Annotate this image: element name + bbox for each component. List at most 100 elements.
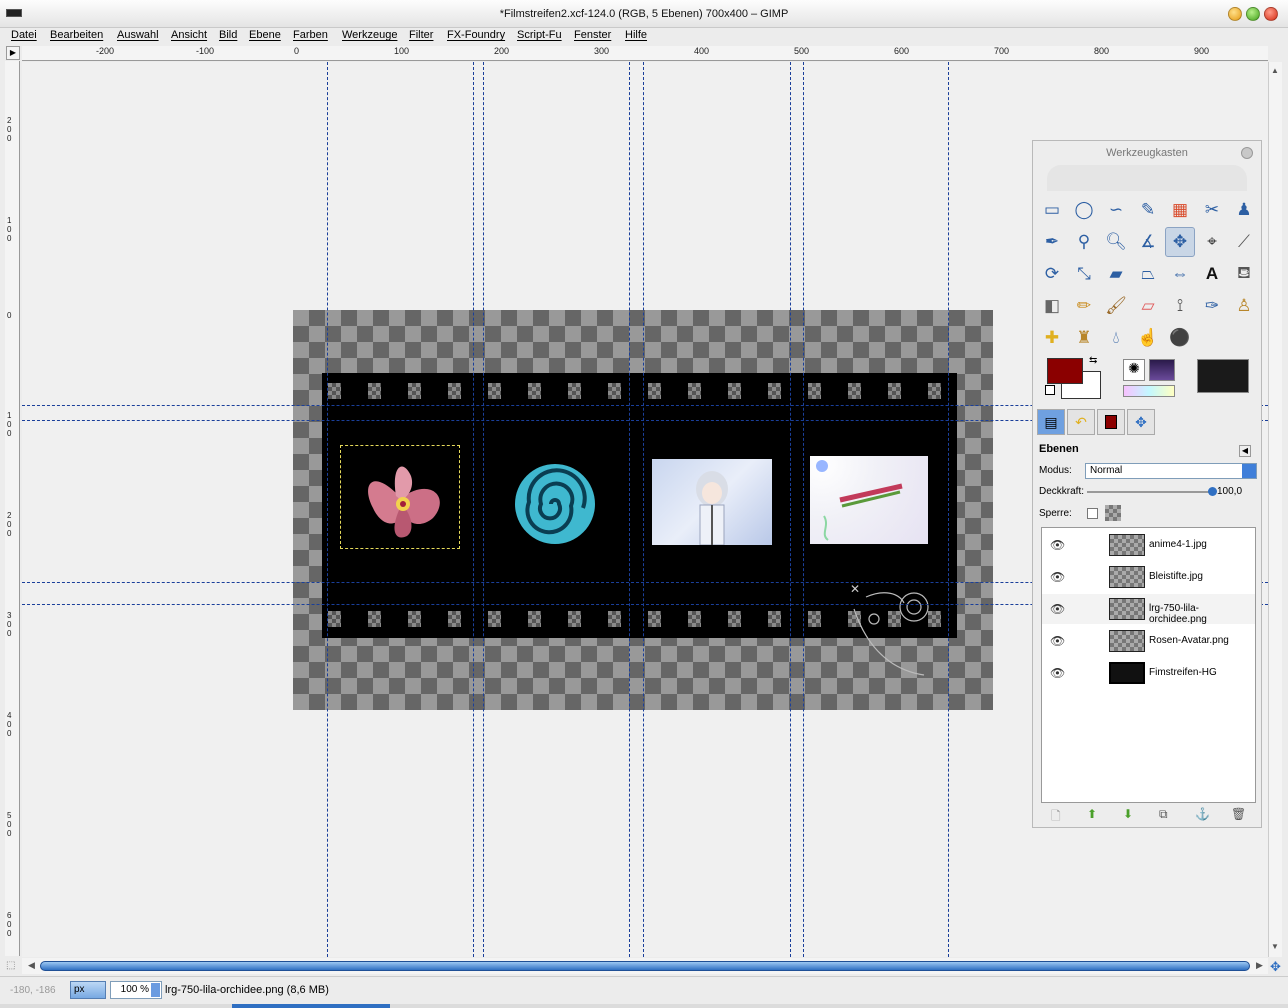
crop-icon[interactable]: ⟋ [1229, 227, 1259, 257]
guide-vertical[interactable] [473, 62, 474, 957]
guide-vertical[interactable] [803, 62, 804, 957]
panel-menu-icon[interactable]: ◀ [1239, 445, 1251, 457]
visibility-eye-icon[interactable]: 👁︎ [1050, 570, 1065, 584]
perspective-clone-icon[interactable]: ♜ [1069, 323, 1099, 353]
menu-fenster[interactable]: Fenster [574, 29, 611, 41]
menu-hilfe[interactable]: Hilfe [625, 29, 647, 41]
navigate-icon[interactable]: ✥ [1270, 959, 1281, 975]
ink-icon[interactable]: ✑ [1197, 291, 1227, 321]
guide-vertical[interactable] [790, 62, 791, 957]
raise-layer-icon[interactable]: ⬆ [1087, 807, 1097, 821]
zoom-icon[interactable]: 🔍︎ [1101, 227, 1131, 257]
lock-alpha-checkbox[interactable] [1087, 508, 1098, 519]
unit-selector[interactable]: px [70, 981, 106, 999]
guide-vertical[interactable] [643, 62, 644, 957]
mode-select[interactable]: Normal [1085, 463, 1257, 479]
scrollbar-thumb[interactable] [40, 961, 1250, 971]
visibility-eye-icon[interactable]: 👁︎ [1050, 634, 1065, 648]
swap-colors-icon[interactable]: ⇆ [1089, 355, 1097, 366]
guide-vertical[interactable] [483, 62, 484, 957]
layer-row[interactable]: 👁︎ Bleistifte.jpg [1042, 562, 1255, 592]
align-icon[interactable]: ⌖ [1197, 227, 1227, 257]
paths-icon[interactable]: ✒ [1037, 227, 1067, 257]
pencil-icon[interactable]: ✏ [1069, 291, 1099, 321]
minimize-button[interactable] [1228, 7, 1242, 21]
layer-row[interactable]: 👁︎ Fimstreifen-HG [1042, 658, 1255, 688]
dock-close-icon[interactable] [1241, 147, 1253, 159]
menu-ansicht[interactable]: Ansicht [171, 29, 207, 41]
foreground-color-swatch[interactable] [1047, 358, 1083, 384]
maximize-button[interactable] [1246, 7, 1260, 21]
blur-icon[interactable]: 💧︎ [1101, 323, 1131, 353]
scroll-up-icon[interactable]: ▲ [1271, 66, 1279, 75]
scroll-right-icon[interactable]: ▶ [1256, 960, 1263, 971]
slider-knob[interactable] [1208, 487, 1217, 496]
guide-vertical[interactable] [629, 62, 630, 957]
visibility-eye-icon[interactable]: 👁︎ [1050, 666, 1065, 680]
lower-layer-icon[interactable]: ⬇ [1123, 807, 1133, 821]
menu-auswahl[interactable]: Auswahl [117, 29, 159, 41]
visibility-eye-icon[interactable]: 👁︎ [1050, 602, 1065, 616]
eraser-icon[interactable]: ▱ [1133, 291, 1163, 321]
delete-layer-icon[interactable]: 🗑︎ [1231, 807, 1246, 821]
gradient-preview[interactable] [1123, 385, 1175, 397]
tab-tool-options-icon[interactable]: ✥ [1127, 409, 1155, 435]
orchid-layer-selection[interactable] [340, 445, 460, 549]
close-button[interactable] [1264, 7, 1278, 21]
spin-icon[interactable] [151, 983, 160, 997]
rect-select-icon[interactable]: ▭ [1037, 195, 1067, 225]
scissors-icon[interactable]: ✂ [1197, 195, 1227, 225]
menu-farben[interactable]: Farben [293, 29, 328, 41]
move-icon[interactable]: ✥ [1165, 227, 1195, 257]
flip-icon[interactable]: ⇔ [1165, 259, 1195, 289]
layer-row[interactable]: 👁︎ Rosen-Avatar.png [1042, 626, 1255, 656]
bucket-fill-icon[interactable]: ⛾ [1229, 259, 1259, 289]
guide-vertical[interactable] [327, 62, 328, 957]
zoom-selector[interactable]: 100 % [110, 981, 162, 999]
active-task[interactable] [232, 1004, 390, 1008]
zoom-to-fit-icon[interactable]: ⬚ [6, 960, 15, 971]
menu-werkzeuge[interactable]: Werkzeuge [342, 29, 397, 41]
menu-script-fu[interactable]: Script-Fu [517, 29, 562, 41]
vertical-scrollbar[interactable]: ▲ ▼ [1268, 62, 1282, 957]
clone-icon[interactable]: ♙ [1229, 291, 1259, 321]
layer-row[interactable]: 👁︎ anime4-1.jpg [1042, 530, 1255, 560]
tab-undo-icon[interactable]: ↶ [1067, 409, 1095, 435]
tab-colors-icon[interactable] [1097, 409, 1125, 435]
tab-layers-icon[interactable]: ▤ [1037, 409, 1065, 435]
rotate-icon[interactable]: ⟳ [1037, 259, 1067, 289]
color-picker-icon[interactable]: ⚲ [1069, 227, 1099, 257]
dodge-burn-icon[interactable]: ⚫ [1165, 323, 1195, 353]
layer-row[interactable]: 👁︎ lrg-750-lila-orchidee.png [1042, 594, 1255, 625]
fuzzy-select-icon[interactable]: ✎ [1133, 195, 1163, 225]
guide-vertical[interactable] [948, 62, 949, 957]
free-select-icon[interactable]: ∽ [1101, 195, 1131, 225]
image-preview[interactable] [1197, 359, 1249, 393]
default-colors-icon[interactable] [1045, 385, 1055, 395]
scroll-left-icon[interactable]: ◀ [28, 960, 35, 971]
color-select-icon[interactable]: ▦ [1165, 195, 1195, 225]
text-icon[interactable]: A [1197, 259, 1227, 289]
menu-filter[interactable]: Filter [409, 29, 433, 41]
blend-icon[interactable]: ◧ [1037, 291, 1067, 321]
shear-icon[interactable]: ▰ [1101, 259, 1131, 289]
paintbrush-icon[interactable]: 🖌︎ [1101, 291, 1131, 321]
scale-icon[interactable]: ⤡ [1069, 259, 1099, 289]
visibility-eye-icon[interactable]: 👁︎ [1050, 538, 1065, 552]
brush-preview[interactable]: ✺ [1123, 359, 1145, 381]
chevron-down-icon[interactable] [1242, 464, 1256, 478]
quick-mask-toggle[interactable]: ▶ [6, 46, 20, 60]
airbrush-icon[interactable]: ⟟ [1165, 291, 1195, 321]
foreground-select-icon[interactable]: ♟ [1229, 195, 1259, 225]
heal-icon[interactable]: ✚ [1037, 323, 1067, 353]
perspective-icon[interactable]: ⏢ [1133, 259, 1163, 289]
menu-ebene[interactable]: Ebene [249, 29, 281, 41]
menu-bild[interactable]: Bild [219, 29, 237, 41]
smudge-icon[interactable]: ☝ [1133, 323, 1163, 353]
menu-fx-foundry[interactable]: FX-Foundry [447, 29, 505, 41]
new-layer-icon[interactable]: 🗋︎ [1051, 807, 1061, 828]
duplicate-layer-icon[interactable]: ⧉ [1159, 807, 1168, 822]
ellipse-select-icon[interactable]: ◯ [1069, 195, 1099, 225]
anchor-layer-icon[interactable]: ⚓ [1195, 807, 1210, 821]
pattern-preview[interactable] [1149, 359, 1175, 381]
